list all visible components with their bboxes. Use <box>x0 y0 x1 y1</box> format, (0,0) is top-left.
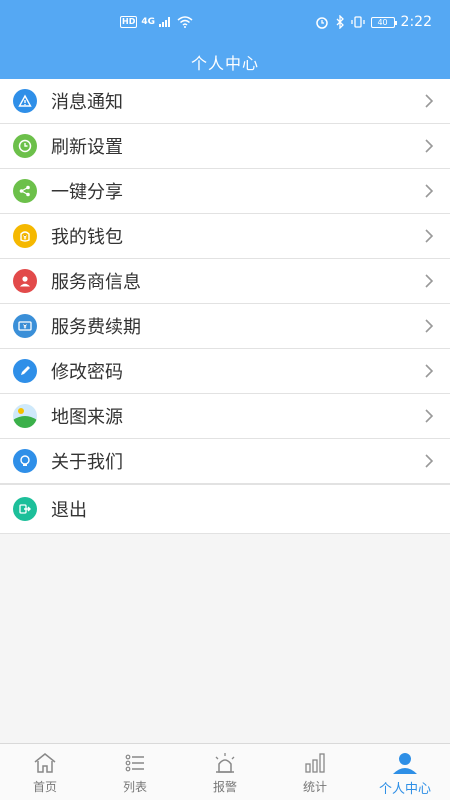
hd-badge: HD <box>120 16 138 28</box>
alarm-icon <box>215 753 235 773</box>
chevron-right-icon <box>425 319 434 333</box>
home-icon <box>34 753 56 773</box>
menu-label: 刷新设置 <box>51 137 123 158</box>
menu-label: 我的钱包 <box>51 227 123 248</box>
tab-alarm[interactable]: 报警 <box>180 744 270 800</box>
battery-indicator: 40 <box>370 16 397 28</box>
tab-label: 列表 <box>122 780 147 794</box>
list-icon <box>125 754 144 772</box>
status-left: HD 4G <box>120 16 193 28</box>
ticket-icon <box>13 314 37 338</box>
status-time: 2:22 <box>400 14 432 30</box>
tab-label: 统计 <box>302 780 327 794</box>
tab-list[interactable]: 列表 <box>90 744 180 800</box>
logout-icon <box>13 497 37 521</box>
bluetooth-icon <box>336 15 344 29</box>
share-icon <box>13 179 37 203</box>
menu-item-provider-info[interactable]: 服务商信息 <box>0 259 450 304</box>
wifi-icon <box>177 16 193 28</box>
page-title: 个人中心 <box>190 54 259 73</box>
about-icon <box>13 449 37 473</box>
chevron-right-icon <box>425 94 434 108</box>
signal-icon <box>159 17 170 27</box>
menu-label: 地图来源 <box>51 407 123 428</box>
menu-label: 消息通知 <box>51 92 123 113</box>
tab-profile[interactable]: 个人中心 <box>360 744 450 800</box>
bottom-nav: 首页 列表 报警 统计 个人中心 <box>0 743 450 800</box>
chevron-right-icon <box>425 364 434 378</box>
chevron-right-icon <box>425 139 434 153</box>
menu-item-notifications[interactable]: 消息通知 <box>0 79 450 124</box>
menu-item-refresh-settings[interactable]: 刷新设置 <box>0 124 450 169</box>
warning-icon <box>13 89 37 113</box>
provider-icon <box>13 269 37 293</box>
tab-label: 个人中心 <box>378 782 431 797</box>
map-icon <box>13 404 37 428</box>
tab-label: 首页 <box>32 780 57 794</box>
tab-stats[interactable]: 统计 <box>270 744 360 800</box>
menu-label: 一键分享 <box>51 182 123 203</box>
tab-label: 报警 <box>212 780 237 794</box>
status-bar: HD 4G 40 2:22 <box>0 0 450 50</box>
status-right: 40 2:22 <box>315 14 432 30</box>
menu-label: 服务费续期 <box>51 317 141 338</box>
chevron-right-icon <box>425 274 434 288</box>
vibrate-icon <box>350 16 365 28</box>
stats-icon <box>305 753 325 773</box>
menu-item-wallet[interactable]: 我的钱包 <box>0 214 450 259</box>
menu-label: 关于我们 <box>51 452 123 473</box>
menu-label: 修改密码 <box>51 362 123 383</box>
chevron-right-icon <box>425 184 434 198</box>
tab-home[interactable]: 首页 <box>0 744 90 800</box>
chevron-right-icon <box>425 409 434 423</box>
menu-item-about-us[interactable]: 关于我们 <box>0 439 450 484</box>
menu-item-map-source[interactable]: 地图来源 <box>0 394 450 439</box>
alarm-clock-icon <box>315 17 328 29</box>
chevron-right-icon <box>425 229 434 243</box>
network-type: 4G <box>141 17 155 27</box>
battery-level: 40 <box>377 17 388 27</box>
menu-item-service-renewal[interactable]: 服务费续期 <box>0 304 450 349</box>
wallet-icon <box>13 224 37 248</box>
settings-menu: 消息通知 刷新设置 一键分享 我的钱包 服务商信息 服务费续期 修改密码 地图来… <box>0 79 450 484</box>
menu-item-share[interactable]: 一键分享 <box>0 169 450 214</box>
chevron-right-icon <box>425 454 434 468</box>
menu-label: 退出 <box>51 500 87 521</box>
clock-icon <box>13 134 37 158</box>
logout-button[interactable]: 退出 <box>0 484 450 534</box>
menu-item-change-password[interactable]: 修改密码 <box>0 349 450 394</box>
logout-section: 退出 <box>0 484 450 534</box>
person-icon <box>393 753 417 774</box>
app-header: HD 4G 40 2:22 个人中心 <box>0 0 450 79</box>
menu-label: 服务商信息 <box>51 272 141 293</box>
pencil-icon <box>13 359 37 383</box>
